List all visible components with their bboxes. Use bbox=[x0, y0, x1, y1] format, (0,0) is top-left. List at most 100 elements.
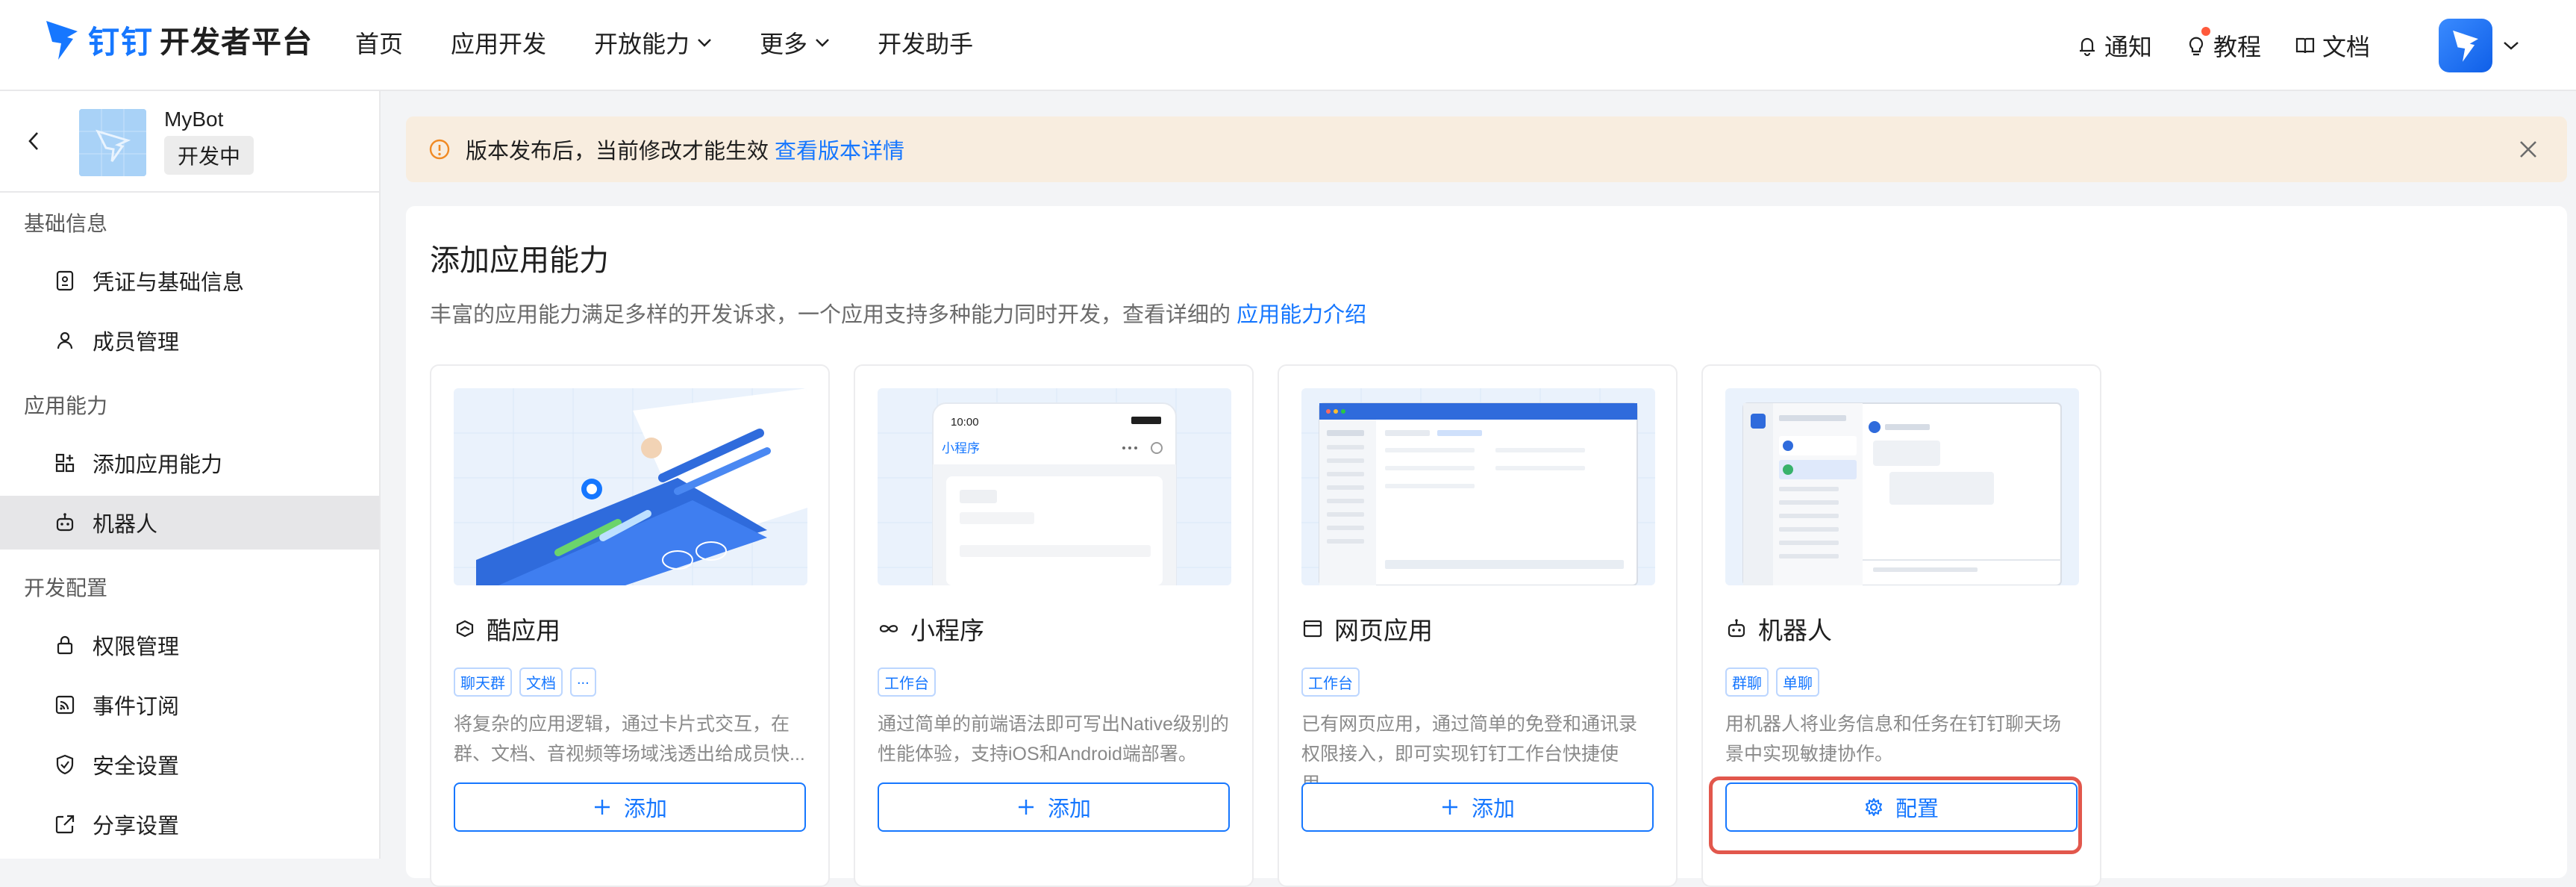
robot-illustration bbox=[1725, 388, 2079, 585]
capability-card-miniprogram: 10:00 小程序 小程序 工作台 通过简单的前端语法即可写出Native级别的… bbox=[854, 364, 1254, 887]
mock-status-time: 10:00 bbox=[951, 416, 979, 429]
back-arrow-icon[interactable] bbox=[25, 130, 43, 152]
top-navbar: 钉钉 开发者平台 首页 应用开发 开放能力 更多 开发助手 通知 教程 文档 bbox=[0, 0, 2576, 91]
user-icon bbox=[57, 332, 73, 349]
app-name: MyBot bbox=[164, 108, 224, 131]
lightbulb-icon bbox=[2189, 37, 2204, 56]
notify-button[interactable]: 通知 bbox=[2076, 28, 2152, 63]
plus-icon bbox=[1018, 800, 1034, 815]
nav-more[interactable]: 更多 bbox=[760, 25, 830, 60]
card-description: 通过简单的前端语法即可写出Native级别的性能体验，支持iOS和Android… bbox=[878, 714, 1229, 765]
lock-icon bbox=[57, 635, 73, 655]
card-description: 用机器人将业务信息和任务在钉钉聊天场景中实现敏捷协作。 bbox=[1725, 714, 2062, 765]
add-cool-app-button[interactable]: 添加 bbox=[454, 782, 806, 832]
logo-dingding-text: 钉钉 bbox=[88, 24, 154, 60]
page-title: 添加应用能力 bbox=[430, 244, 609, 277]
tag-more[interactable]: ... bbox=[570, 667, 596, 697]
sidebar-item-members[interactable]: 成员管理 bbox=[0, 314, 379, 367]
sidebar-item-robot[interactable]: 机器人 bbox=[0, 496, 379, 550]
sidebar: MyBot 开发中 基础信息 凭证与基础信息 成员管理 应用能力 添加应用能力 … bbox=[0, 91, 381, 859]
grid-add-icon bbox=[55, 453, 75, 473]
notification-dot bbox=[2201, 27, 2210, 36]
chevron-down-icon bbox=[816, 39, 829, 47]
avatar bbox=[2439, 19, 2492, 72]
nav-dev-assistant[interactable]: 开发助手 bbox=[878, 25, 973, 60]
main-nav: 首页 应用开发 开放能力 更多 开发助手 bbox=[355, 25, 1021, 60]
sidebar-item-share[interactable]: 分享设置 bbox=[0, 797, 379, 851]
close-icon[interactable] bbox=[2518, 139, 2539, 160]
capability-intro-link[interactable]: 应用能力介绍 bbox=[1237, 303, 1366, 327]
book-icon bbox=[2295, 37, 2315, 54]
external-link-icon bbox=[55, 815, 75, 834]
tag: 聊天群 bbox=[454, 667, 512, 697]
card-title: 机器人 bbox=[1725, 611, 1832, 647]
miniprogram-illustration: 10:00 小程序 bbox=[878, 388, 1231, 585]
plus-icon bbox=[594, 800, 610, 815]
tag-list: 聊天群 文档 ... bbox=[454, 667, 596, 697]
card-title: 小程序 bbox=[878, 611, 984, 647]
configure-robot-button[interactable]: 配置 bbox=[1725, 782, 2078, 832]
section-basic-info: 基础信息 bbox=[24, 212, 108, 235]
robot-icon bbox=[56, 513, 74, 532]
robot-icon bbox=[1728, 619, 1745, 638]
capability-card-cool-app: 酷应用 聊天群 文档 ... 将复杂的应用逻辑，通过卡片式交互，在群、文档、音视… bbox=[430, 364, 830, 887]
add-miniprogram-button[interactable]: 添加 bbox=[878, 782, 1230, 832]
info-icon bbox=[429, 139, 450, 160]
capability-card-web-app: 网页应用 工作台 已有网页应用，通过简单的免登和通讯录权限接入，即可实现钉钉工作… bbox=[1278, 364, 1678, 887]
tag-list: 群聊 单聊 bbox=[1725, 667, 1819, 697]
capabilities-panel: 添加应用能力 丰富的应用能力满足多样的开发诉求，一个应用支持多种能力同时开发，查… bbox=[406, 206, 2567, 887]
chevron-down-icon bbox=[698, 39, 711, 47]
sidebar-item-add-capability[interactable]: 添加应用能力 bbox=[0, 436, 379, 490]
notice-banner: 版本发布后，当前修改才能生效 查看版本详情 bbox=[406, 116, 2567, 182]
dingtalk-avatar-icon bbox=[2453, 30, 2478, 62]
rss-icon bbox=[55, 695, 75, 715]
tutorial-button[interactable]: 教程 bbox=[2185, 27, 2261, 63]
user-menu[interactable] bbox=[2439, 19, 2519, 72]
card-title: 酷应用 bbox=[454, 611, 560, 647]
bell-icon bbox=[2079, 37, 2095, 57]
tag: 单聊 bbox=[1776, 667, 1819, 697]
sidebar-item-credentials[interactable]: 凭证与基础信息 bbox=[0, 254, 379, 308]
card-title: 网页应用 bbox=[1301, 611, 1433, 647]
status-badge: 开发中 bbox=[164, 136, 254, 175]
web-app-icon bbox=[1303, 620, 1322, 638]
app-placeholder-icon bbox=[79, 109, 146, 176]
web-app-illustration bbox=[1301, 388, 1655, 585]
docs-button[interactable]: 文档 bbox=[2294, 28, 2370, 63]
sidebar-item-permissions[interactable]: 权限管理 bbox=[0, 618, 379, 672]
cool-app-illustration bbox=[454, 388, 807, 585]
header-tools: 通知 教程 文档 bbox=[2076, 0, 2576, 91]
version-details-link[interactable]: 查看版本详情 bbox=[775, 134, 904, 165]
tag: 工作台 bbox=[878, 667, 936, 697]
tag-list: 工作台 bbox=[1301, 667, 1360, 697]
logo[interactable]: 钉钉 开发者平台 bbox=[45, 13, 313, 66]
notice-text: 版本发布后，当前修改才能生效 bbox=[466, 140, 769, 164]
add-web-app-button[interactable]: 添加 bbox=[1301, 782, 1654, 832]
cool-app-icon bbox=[456, 620, 474, 638]
sidebar-item-security[interactable]: 安全设置 bbox=[0, 738, 379, 791]
dingtalk-logo-icon bbox=[46, 21, 78, 60]
nav-home[interactable]: 首页 bbox=[355, 25, 403, 60]
tag-list: 工作台 bbox=[878, 667, 936, 697]
credential-icon bbox=[56, 270, 74, 291]
logo-platform-text: 开发者平台 bbox=[160, 26, 313, 59]
capability-card-robot: 机器人 群聊 单聊 用机器人将业务信息和任务在钉钉聊天场景中实现敏捷协作。 配置 bbox=[1701, 364, 2101, 887]
plus-icon bbox=[1442, 800, 1457, 815]
gear-icon bbox=[1865, 798, 1882, 816]
panel-description: 丰富的应用能力满足多样的开发诉求，一个应用支持多种能力同时开发，查看详细的 应用… bbox=[430, 303, 1367, 327]
sidebar-item-event-subscription[interactable]: 事件订阅 bbox=[0, 678, 379, 732]
mock-page-title: 小程序 bbox=[942, 441, 980, 455]
tag: 工作台 bbox=[1301, 667, 1360, 697]
miniprogram-icon bbox=[879, 625, 898, 632]
section-dev-config: 开发配置 bbox=[24, 576, 108, 600]
chevron-down-icon bbox=[2504, 42, 2519, 50]
section-app-capabilities: 应用能力 bbox=[24, 394, 108, 417]
app-header: MyBot 开发中 bbox=[0, 91, 381, 193]
nav-open-capabilities[interactable]: 开放能力 bbox=[594, 25, 712, 60]
tag: 文档 bbox=[519, 667, 563, 697]
app-icon bbox=[79, 109, 146, 176]
nav-app-dev[interactable]: 应用开发 bbox=[451, 25, 546, 60]
card-description: 将复杂的应用逻辑，通过卡片式交互，在群、文档、音视频等场域浅透出给成员快... bbox=[454, 714, 805, 765]
shield-icon bbox=[56, 754, 74, 775]
tag: 群聊 bbox=[1725, 667, 1769, 697]
